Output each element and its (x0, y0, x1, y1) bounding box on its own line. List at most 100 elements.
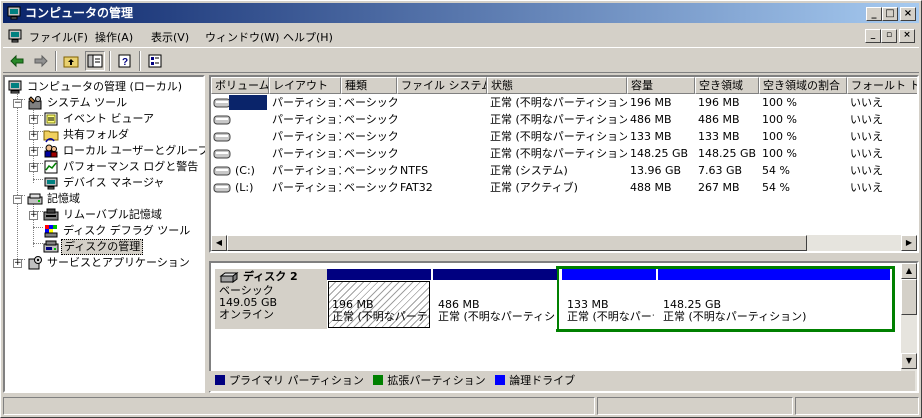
collapse-storage[interactable]: − (13, 195, 22, 204)
cell-filesystem (397, 145, 487, 162)
partition-legend: プライマリ パーティション 拡張パーティション 論理ドライブ (209, 371, 915, 391)
volume-icon (213, 183, 231, 193)
cell-fault-tolerance: いいえ (850, 164, 883, 177)
console-tree-icon (87, 54, 103, 68)
folder-up-icon (63, 56, 79, 68)
column-header-filesystem[interactable]: ファイル システム (397, 77, 487, 94)
title-bar[interactable]: コンピュータの管理 _ □ × (3, 3, 919, 23)
table-row[interactable]: パーティション ベーシック 正常 (不明なパーティション) 486 MB 486 MB 1… (211, 111, 917, 128)
tree-label: システム ツール (47, 96, 128, 109)
expand-local-users[interactable]: + (29, 147, 38, 156)
column-header-layout[interactable]: レイアウト (269, 77, 341, 94)
table-row[interactable]: (L:) パーティション ベーシック FAT32 正常 (アクティブ) 488 MB 267… (211, 179, 917, 196)
legend-swatch-primary (215, 375, 225, 385)
scroll-left-button[interactable]: ◀ (211, 235, 227, 251)
menu-file[interactable]: ファイル(F) (29, 29, 88, 45)
table-row[interactable]: パーティション ベーシック 正常 (不明なパーティション) 196 MB 196 MB 1… (211, 94, 917, 111)
arrow-left-icon (10, 54, 24, 68)
properties-button[interactable] (145, 51, 165, 71)
selection-highlight (229, 95, 267, 110)
collapse-system-tools[interactable]: − (13, 99, 22, 108)
partition-block[interactable]: 196 MB 正常 (不明なパーティション) (327, 269, 431, 329)
disk-info-box[interactable]: ディスク 2 ベーシック 149.05 GB オンライン (215, 269, 329, 329)
partition-body: 133 MB 正常 (不明なパーティション) (564, 282, 654, 327)
column-header-type[interactable]: 種類 (341, 77, 397, 94)
table-row[interactable]: パーティション ベーシック 正常 (不明なパーティション) 148.25 GB 148.… (211, 145, 917, 162)
cell-free-percent: 54 % (762, 164, 790, 177)
table-row[interactable]: パーティション ベーシック 正常 (不明なパーティション) 133 MB 133 MB 1… (211, 128, 917, 145)
partition-block[interactable]: 486 MB 正常 (不明なパーティション) (433, 269, 557, 329)
expand-shared-folders[interactable]: + (29, 131, 38, 140)
partition-block[interactable]: 148.25 GB 正常 (不明なパーティション) (658, 269, 890, 329)
expand-removable-storage[interactable]: + (29, 211, 38, 220)
minimize-button[interactable]: _ (866, 7, 882, 21)
cell-volume (211, 128, 269, 145)
menu-window[interactable]: ウィンドウ(W) (205, 29, 279, 45)
back-button[interactable] (7, 51, 27, 71)
cell-type: ベーシック (344, 164, 397, 177)
storage-icon (27, 193, 43, 205)
legend-primary: プライマリ パーティション (229, 374, 364, 387)
scroll-down-button[interactable]: ▼ (901, 353, 917, 369)
column-header-free-space[interactable]: 空き領域 (695, 77, 759, 94)
scroll-right-button[interactable]: ▶ (901, 235, 917, 251)
column-header-status[interactable]: 状態 (487, 77, 627, 94)
svg-text:?: ? (122, 57, 128, 68)
cell-free-space: 133 MB (698, 130, 740, 143)
legend-extended: 拡張パーティション (387, 374, 486, 387)
column-header-volume[interactable]: ボリューム (211, 77, 269, 94)
cell-layout: パーティション (272, 96, 341, 109)
tree-label: コンピュータの管理 (ローカル) (27, 80, 183, 93)
expand-services-applications[interactable]: + (13, 259, 22, 268)
cell-volume (211, 94, 269, 111)
column-header-free-percent[interactable]: 空き領域の割合 (759, 77, 847, 94)
column-header-capacity[interactable]: 容量 (627, 77, 695, 94)
volume-icon (213, 149, 231, 159)
cell-volume (211, 111, 269, 128)
document-icon[interactable] (7, 28, 23, 44)
maximize-button[interactable]: □ (882, 7, 898, 21)
horizontal-scroll-thumb[interactable] (227, 235, 807, 251)
cell-layout: パーティション (272, 147, 341, 160)
mdi-close-button[interactable]: × (899, 29, 915, 43)
cell-capacity: 148.25 GB (630, 147, 689, 160)
disk-name: ディスク 2 (243, 270, 298, 283)
cell-status: 正常 (不明なパーティション) (490, 130, 627, 143)
mdi-restore-button[interactable]: ▫ (881, 29, 897, 43)
table-row[interactable]: (C:) パーティション ベーシック NTFS 正常 (システム) 13.96 GB 7.6… (211, 162, 917, 179)
cell-free-space: 196 MB (698, 96, 740, 109)
expand-event-viewer[interactable]: + (29, 115, 38, 124)
forward-button[interactable] (31, 51, 51, 71)
help-button[interactable]: ? (115, 51, 135, 71)
partition-bar-primary (327, 269, 431, 280)
mdi-minimize-button[interactable]: _ (865, 29, 881, 43)
vertical-scroll-thumb[interactable] (901, 279, 917, 315)
menu-view[interactable]: 表示(V) (151, 29, 189, 45)
expand-performance-logs[interactable]: + (29, 163, 38, 172)
services-icon (28, 256, 42, 270)
show-hide-tree-button[interactable] (85, 51, 105, 71)
partition-bar-primary (433, 269, 557, 280)
cell-free-space: 267 MB (698, 181, 740, 194)
horizontal-scrollbar[interactable]: ◀ ▶ (211, 235, 917, 251)
defrag-icon (44, 225, 58, 238)
close-button[interactable]: × (900, 7, 916, 21)
partition-block[interactable]: 133 MB 正常 (不明なパーティション) (562, 269, 656, 329)
toolbar-separator (55, 51, 57, 71)
up-one-level-button[interactable] (61, 51, 81, 71)
menu-help[interactable]: ヘルプ(H) (283, 29, 333, 45)
disk-management-icon (43, 240, 59, 253)
cell-capacity: 196 MB (630, 96, 672, 109)
column-header-fault-tolerance[interactable]: フォールト トレ (847, 77, 917, 94)
cell-capacity: 488 MB (630, 181, 672, 194)
menu-action[interactable]: 操作(A) (95, 29, 133, 45)
cell-free-percent: 100 % (762, 96, 797, 109)
cell-fault-tolerance: いいえ (850, 113, 883, 126)
horizontal-splitter[interactable] (209, 253, 919, 261)
cell-filesystem (397, 128, 487, 145)
event-viewer-icon (44, 112, 58, 126)
partition-status: 正常 (不明なパーティション) (332, 310, 429, 323)
tree-label: 共有フォルダ (63, 128, 129, 141)
cell-volume (211, 145, 269, 162)
scroll-up-button[interactable]: ▲ (901, 263, 917, 279)
